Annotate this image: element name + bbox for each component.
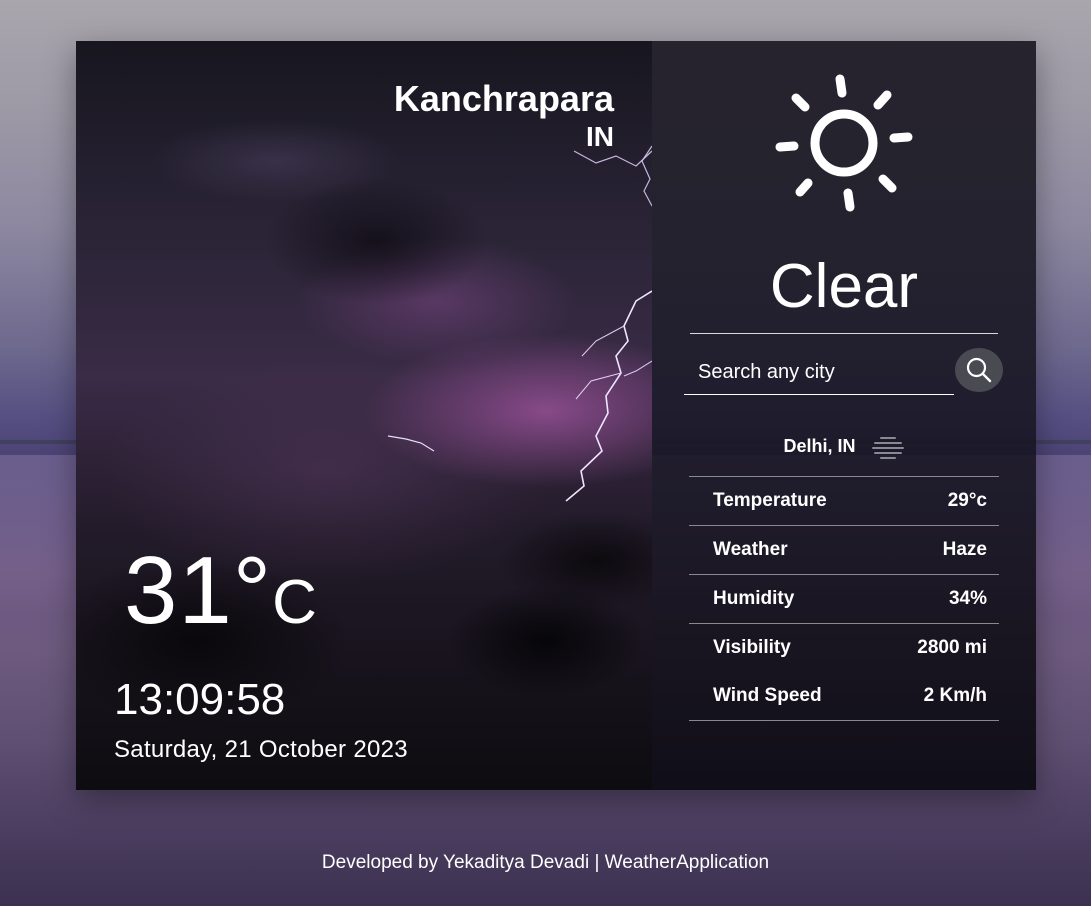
stat-value: 34% — [948, 588, 987, 609]
stat-row-humidity: Humidity 34% — [689, 574, 999, 623]
temperature-unit: C — [272, 568, 318, 637]
stat-row-weather: Weather Haze — [689, 525, 999, 574]
divider — [690, 333, 998, 334]
sun-icon — [775, 74, 913, 212]
search-icon — [966, 357, 992, 383]
current-time: 13:09:58 — [114, 675, 286, 724]
search-button[interactable] — [955, 348, 1003, 392]
stat-value: Haze — [942, 539, 987, 560]
weather-card: Kanchrapara IN 31°C 13:09:58 Saturday, 2… — [76, 41, 1036, 790]
current-date: Saturday, 21 October 2023 — [114, 736, 408, 763]
weather-stats-table: Temperature 29°c Weather Haze Humidity 3… — [689, 476, 999, 721]
footer-credit: Developed by Yekaditya Devadi | WeatherA… — [321, 852, 770, 873]
stat-row-visibility: Visibility 2800 mi — [689, 623, 999, 672]
weather-condition: Clear — [769, 252, 919, 321]
stat-row-temperature: Temperature 29°c — [689, 476, 999, 525]
stat-value: 29°c — [947, 490, 987, 511]
stat-row-wind-speed: Wind Speed 2 Km/h — [689, 672, 999, 721]
city-name: Kanchrapara — [393, 78, 614, 119]
result-location-row: Delhi, IN — [652, 435, 1036, 459]
location-block: Kanchrapara IN — [394, 79, 614, 153]
current-weather-panel: Kanchrapara IN 31°C 13:09:58 Saturday, 2… — [76, 41, 652, 790]
haze-icon — [871, 437, 904, 459]
stat-label: Wind Speed — [713, 685, 822, 706]
stat-label: Humidity — [713, 588, 795, 609]
stat-label: Weather — [713, 539, 788, 560]
stat-value: 2 Km/h — [923, 685, 987, 706]
stat-label: Temperature — [713, 490, 827, 511]
result-location: Delhi, IN — [783, 435, 856, 456]
country-code: IN — [586, 121, 614, 152]
current-temperature: 31°C — [124, 541, 318, 653]
stat-value: 2800 mi — [917, 637, 987, 658]
stat-label: Visibility — [713, 637, 791, 658]
temperature-value: 31 — [124, 537, 233, 644]
degree-symbol: ° — [232, 537, 273, 644]
search-panel: Clear Delhi, IN Temper — [652, 41, 1036, 790]
city-search-input[interactable] — [684, 351, 954, 395]
